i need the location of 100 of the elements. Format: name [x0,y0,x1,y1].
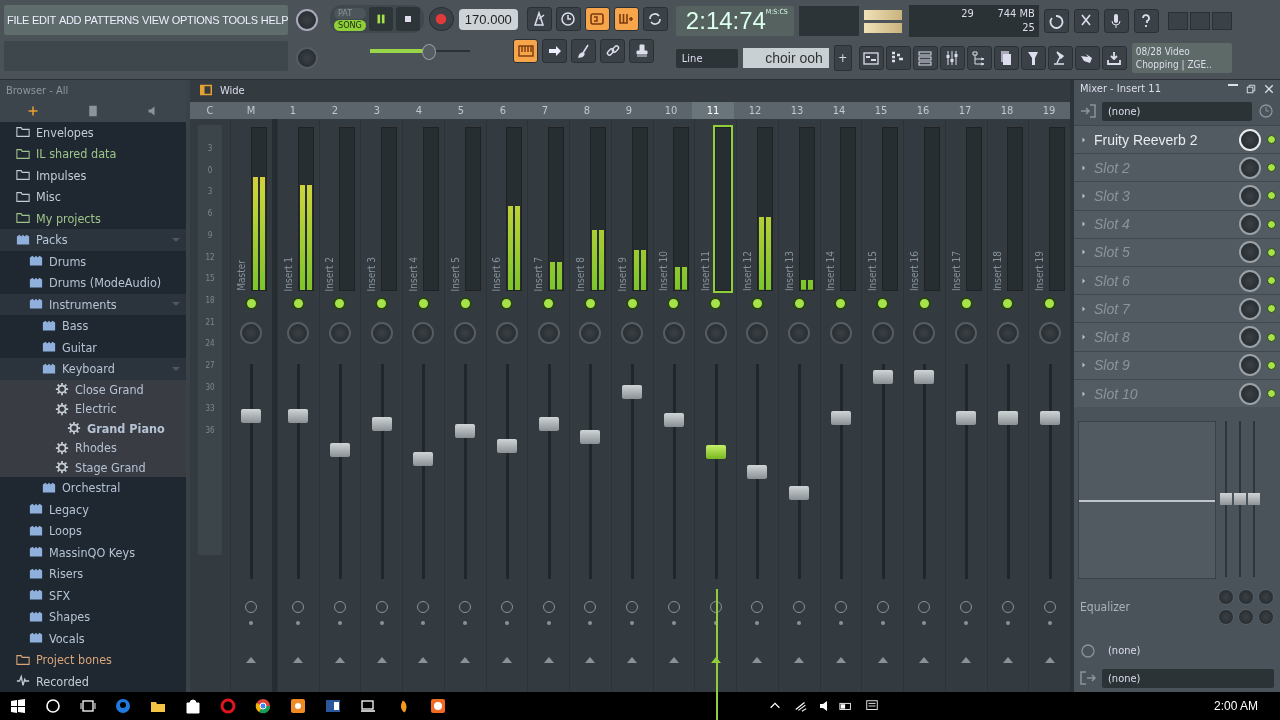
toolbar-button[interactable] [571,39,596,63]
strip-name[interactable]: Insert 13 [783,250,795,291]
fader-thumb[interactable] [914,369,935,384]
volume-fader[interactable] [663,364,684,579]
route-arrow[interactable] [961,657,972,663]
route-arrow[interactable] [835,657,846,663]
strip-name[interactable]: Insert 19 [1034,250,1046,291]
column-number[interactable]: M [230,102,272,119]
column-number[interactable]: 18 [986,102,1028,119]
menu-item[interactable]: OPTIONS [171,14,220,26]
strip-name[interactable]: Insert 15 [867,250,879,291]
eq-thumb[interactable] [1248,493,1260,506]
menu-item[interactable]: PATTERNS [84,14,139,26]
route-dot[interactable] [922,621,927,625]
strip-name[interactable]: Insert 6 [491,256,503,291]
fader-thumb[interactable] [830,410,851,425]
menu-item[interactable]: FILE [7,14,30,26]
slot-name[interactable]: Fruity Reeverb 2 [1094,131,1233,148]
eq-thumb[interactable] [1220,493,1232,506]
column-number[interactable]: 3 [356,102,398,119]
volume-fader[interactable] [580,364,601,579]
strip-name[interactable]: Insert 16 [908,250,920,291]
fader-thumb[interactable] [580,430,601,445]
toolbar-button[interactable] [600,39,625,63]
slot-led[interactable] [1267,247,1276,257]
slot-led[interactable] [1267,276,1276,286]
slot-led[interactable] [1267,191,1276,201]
route-arrow[interactable] [710,657,721,663]
route-dot[interactable] [249,621,254,625]
browser-item[interactable]: Grand Piano [0,418,186,438]
volume-fader[interactable] [455,364,476,579]
strip-name[interactable]: Insert 1 [282,256,294,291]
enable-led[interactable] [583,297,597,310]
route-arrow[interactable] [627,657,638,663]
mix-knob[interactable] [1239,382,1261,405]
tempo-field[interactable]: 170.000 [458,8,518,30]
route-arrow[interactable] [293,657,304,663]
column-number[interactable]: 7 [524,102,566,119]
input-dropdown[interactable]: (none) [1102,101,1252,121]
mix-knob[interactable] [1239,297,1261,320]
enable-led[interactable] [917,297,931,310]
route-dot[interactable] [755,621,760,625]
route-dot[interactable] [797,621,802,625]
slot-name[interactable]: Slot 4 [1094,216,1233,233]
send-dropdown[interactable]: (none) [1102,641,1274,661]
strip-name[interactable]: Insert 4 [407,256,419,291]
enable-led[interactable] [375,297,389,310]
route-dot[interactable] [337,621,342,625]
volume-fader[interactable] [288,364,309,579]
volume-fader[interactable] [241,364,262,579]
browser-item[interactable]: Loops [0,520,186,542]
effect-slot[interactable]: Fruity Reeverb 2 [1074,124,1280,154]
volume-fader[interactable] [789,364,810,579]
route-dot[interactable] [421,621,426,625]
window-button[interactable] [1101,46,1127,70]
pattern-selector[interactable]: choir ooh [742,48,829,68]
volume-fader[interactable] [705,364,726,579]
slot-name[interactable]: Slot 8 [1094,329,1233,346]
add-pattern-button[interactable]: + [833,45,852,71]
strip-name[interactable]: Insert 18 [992,250,1004,291]
fader-thumb[interactable] [705,445,726,460]
volume-fader[interactable] [496,364,517,579]
column-number[interactable]: 11 [692,102,734,119]
enable-led[interactable] [500,297,514,310]
browser-item[interactable]: Project bones [0,649,186,671]
enable-led[interactable] [244,297,258,310]
cut-button[interactable] [1073,9,1099,33]
volume-fader[interactable] [997,364,1018,579]
route-dot[interactable] [964,621,969,625]
column-number[interactable]: 1 [272,102,314,119]
pause-button[interactable] [368,7,393,31]
volume-fader[interactable] [1039,364,1060,579]
strip-name[interactable]: Insert 10 [658,250,670,291]
enable-led[interactable] [416,297,430,310]
route-dot[interactable] [1047,621,1052,625]
volume-fader[interactable] [956,364,977,579]
column-number[interactable]: 5 [440,102,482,119]
menu-item[interactable]: HELP [260,14,289,26]
browser-item[interactable]: Stage Grand [0,457,186,477]
route-arrow[interactable] [246,657,257,663]
slot-led[interactable] [1267,163,1276,173]
browser-item[interactable]: Keyboard [0,358,186,380]
enable-led[interactable] [959,297,973,310]
strip-name[interactable]: Insert 14 [825,250,837,291]
snap-dropdown[interactable]: Line [675,48,738,68]
route-dot[interactable] [296,621,301,625]
strip-name[interactable]: Insert 3 [366,256,378,291]
enable-led[interactable] [333,297,347,310]
browser-item[interactable]: Rhodes [0,438,186,458]
strip-name[interactable]: Insert 11 [700,250,712,291]
volume-fader[interactable] [413,364,434,579]
fader-thumb[interactable] [747,464,768,479]
slot-led[interactable] [1267,304,1276,314]
fader-thumb[interactable] [622,384,643,399]
toolbar-button[interactable] [526,7,552,31]
mix-knob[interactable] [1239,185,1261,207]
window-button[interactable] [885,46,911,70]
effect-slot[interactable]: Slot 2 [1074,153,1280,182]
route-dot[interactable] [504,621,509,625]
enable-led[interactable] [625,297,639,310]
